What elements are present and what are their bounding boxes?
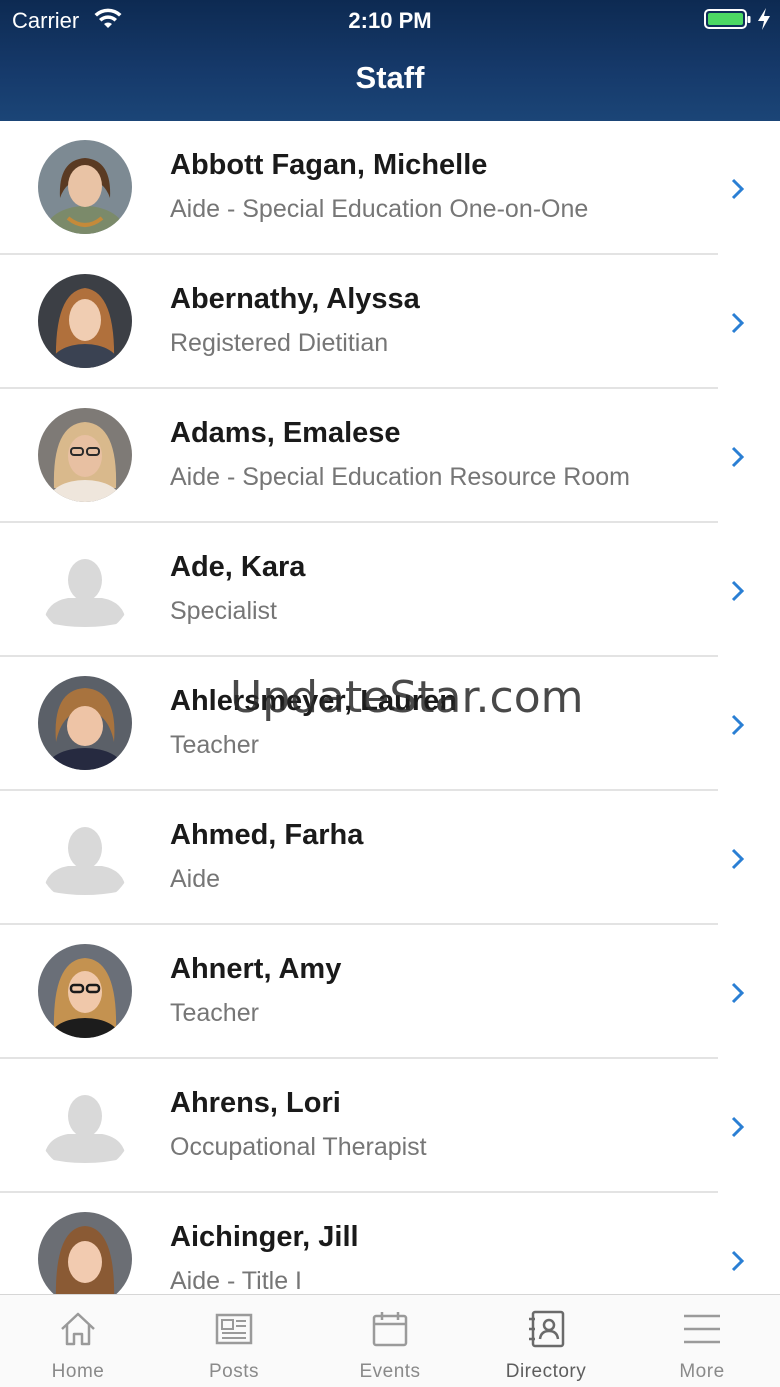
staff-name: Aichinger, Jill <box>170 1221 359 1253</box>
chevron-right-icon <box>731 312 745 334</box>
staff-role: Aide - Special Education Resource Room <box>170 463 630 491</box>
watermark: UpdateStar.com <box>230 672 584 723</box>
staff-name: Adams, Emalese <box>170 417 401 449</box>
staff-row[interactable]: Abbott Fagan, Michelle Aide - Special Ed… <box>0 121 780 255</box>
staff-role: Teacher <box>170 999 259 1027</box>
tab-directory-label: Directory <box>505 1361 587 1382</box>
staff-row[interactable]: Aichinger, Jill Aide - Title I <box>0 1193 780 1294</box>
chevron-right-icon <box>731 714 745 736</box>
newspaper-icon <box>215 1313 253 1345</box>
tab-directory[interactable]: Directory <box>468 1295 624 1387</box>
staff-photo <box>38 676 132 770</box>
staff-role: Teacher <box>170 731 259 759</box>
staff-role: Specialist <box>170 597 277 625</box>
staff-photo <box>38 140 132 234</box>
home-icon <box>61 1312 95 1346</box>
battery-icon <box>704 9 751 29</box>
tab-events-label: Events <box>359 1361 421 1382</box>
status-bar: Carrier 2:10 PM <box>0 0 780 40</box>
staff-role: Aide <box>170 865 221 893</box>
staff-photo <box>38 408 132 502</box>
contact-book-icon <box>529 1310 565 1348</box>
staff-name: Ahrens, Lori <box>170 1087 341 1119</box>
tab-home-label: Home <box>51 1361 105 1382</box>
tab-bar: Home Posts Events Directory More <box>0 1294 780 1387</box>
staff-name: Abbott Fagan, Michelle <box>170 149 488 181</box>
placeholder-avatar-icon <box>38 542 132 636</box>
staff-row[interactable]: Ade, Kara Specialist <box>0 523 780 657</box>
tab-home[interactable]: Home <box>0 1295 156 1387</box>
staff-name: Abernathy, Alyssa <box>170 283 420 315</box>
tab-more[interactable]: More <box>624 1295 780 1387</box>
tab-posts-label: Posts <box>208 1361 260 1382</box>
staff-row[interactable]: Adams, Emalese Aide - Special Education … <box>0 389 780 523</box>
chevron-right-icon <box>731 446 745 468</box>
chevron-right-icon <box>731 580 745 602</box>
staff-name: Ade, Kara <box>170 551 306 583</box>
staff-name: Ahnert, Amy <box>170 953 342 985</box>
staff-role: Registered Dietitian <box>170 329 389 357</box>
staff-name: Ahmed, Farha <box>170 819 364 851</box>
chevron-right-icon <box>731 1250 745 1272</box>
chevron-right-icon <box>731 848 745 870</box>
menu-icon <box>684 1314 720 1344</box>
staff-photo <box>38 1212 132 1294</box>
tab-posts[interactable]: Posts <box>156 1295 312 1387</box>
navigation-header: Carrier 2:10 PM Staff <box>0 0 780 121</box>
staff-row[interactable]: Ahrens, Lori Occupational Therapist <box>0 1059 780 1193</box>
tab-events[interactable]: Events <box>312 1295 468 1387</box>
chevron-right-icon <box>731 982 745 1004</box>
placeholder-avatar-icon <box>38 810 132 904</box>
chevron-right-icon <box>731 178 745 200</box>
staff-photo <box>38 944 132 1038</box>
staff-role: Occupational Therapist <box>170 1133 427 1161</box>
staff-row[interactable]: Ahmed, Farha Aide <box>0 791 780 925</box>
chevron-right-icon <box>731 1116 745 1138</box>
tab-more-label: More <box>679 1361 725 1382</box>
staff-role: Aide - Title I <box>170 1267 302 1294</box>
charging-icon <box>758 8 770 30</box>
clock: 2:10 PM <box>348 8 432 33</box>
staff-row[interactable]: Ahnert, Amy Teacher <box>0 925 780 1059</box>
page-title: Staff <box>355 60 425 95</box>
staff-role: Aide - Special Education One-on-One <box>170 195 589 223</box>
calendar-icon <box>372 1312 408 1347</box>
staff-row[interactable]: Abernathy, Alyssa Registered Dietitian <box>0 255 780 389</box>
staff-photo <box>38 274 132 368</box>
placeholder-avatar-icon <box>38 1078 132 1172</box>
